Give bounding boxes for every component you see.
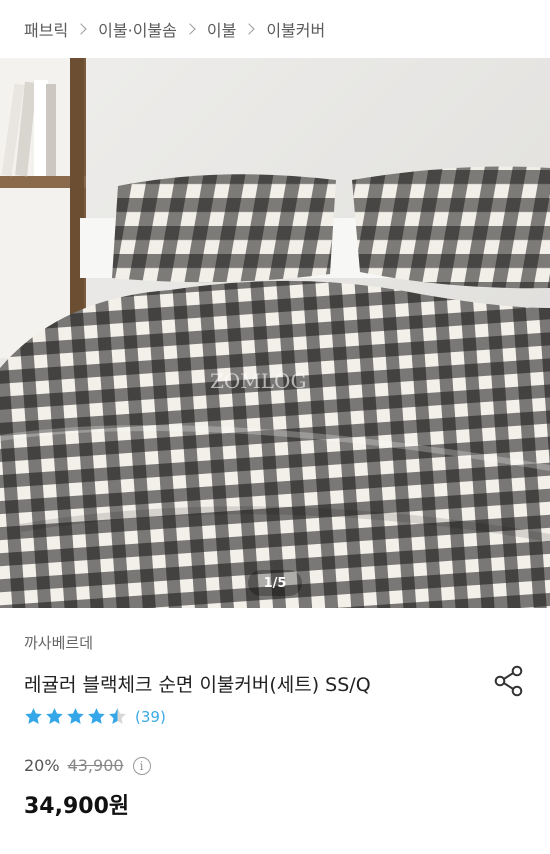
sale-price: 34,900원 — [24, 794, 130, 819]
review-count[interactable]: (39) — [135, 708, 166, 726]
original-price: 43,900 — [67, 756, 124, 775]
rating[interactable]: (39) — [24, 707, 166, 726]
chevron-right-icon — [243, 23, 255, 35]
info-icon[interactable]: i — [132, 756, 151, 775]
breadcrumb-item-duvet-cover[interactable]: 이불커버 — [266, 17, 325, 41]
star-icon — [67, 708, 84, 724]
image-counter: 1/5 — [248, 570, 302, 596]
product-image-gallery[interactable]: ZOMLOG 1/5 — [0, 58, 550, 608]
star-icon — [25, 708, 42, 724]
chevron-right-icon — [184, 23, 196, 35]
star-icon — [46, 708, 63, 724]
breadcrumb: 패브릭 이불·이불솜 이불 이불커버 — [0, 0, 550, 58]
product-photo: ZOMLOG — [0, 58, 550, 608]
discount-rate: 20% — [24, 756, 60, 775]
watermark: ZOMLOG — [210, 369, 306, 393]
breadcrumb-item-duvet[interactable]: 이불 — [207, 17, 236, 41]
brand-name[interactable]: 까사베르데 — [24, 632, 93, 653]
product-title: 레귤러 블랙체크 순면 이불커버(세트) SS/Q — [24, 674, 371, 696]
chevron-right-icon — [75, 23, 87, 35]
breadcrumb-item-bedding[interactable]: 이불·이불솜 — [98, 17, 177, 41]
discount-row: 20% 43,900 i — [24, 756, 151, 775]
star-icon — [88, 708, 105, 724]
share-icon[interactable] — [492, 664, 526, 698]
breadcrumb-item-fabric[interactable]: 패브릭 — [24, 17, 68, 41]
star-half-icon — [109, 708, 126, 724]
